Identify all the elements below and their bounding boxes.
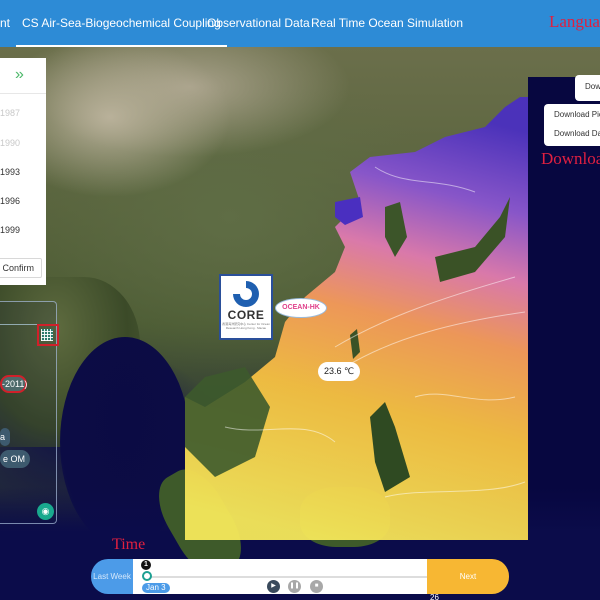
download-menu: Download Picture Download Data [544,104,600,146]
time-annotation: Time [112,536,146,553]
year-option[interactable]: 1999 [0,225,20,235]
temperature-readout: 23.6 ℃ [318,362,360,381]
stop-icon[interactable]: ■ [310,580,323,593]
play-icon[interactable]: ▶ [267,580,280,593]
period-selector[interactable]: -2011) [0,375,27,393]
japan-land [435,197,510,282]
om-layer-button[interactable]: e OM [0,450,30,468]
tab-observational-data[interactable]: Observational Data [207,0,310,47]
double-chevron-right-icon[interactable]: » [15,66,24,84]
year-option[interactable]: 1993 [0,167,20,177]
tab-real-time-ocean-simulation[interactable]: Real Time Ocean Simulation [311,0,463,47]
core-logo: CORE 香港海洋研究中心 Center for Ocean Research … [219,274,273,340]
download-data-option[interactable]: Download Data [554,129,600,138]
grid-highlight-box [37,324,59,346]
map-view[interactable]: CORE 香港海洋研究中心 Center for Ocean Research … [0,47,600,600]
core-logo-subtitle: 香港海洋研究中心 Center for Ocean Research Hong … [222,322,270,330]
bohai-sea [335,197,363,225]
year-option: 1987 [0,108,21,118]
download-button[interactable]: Download [575,75,600,101]
year-option[interactable]: 1996 [0,196,20,206]
korea-land [385,202,407,257]
philippines-land [370,402,410,492]
layer-pill[interactable]: a [0,428,10,446]
pause-icon[interactable]: ❚❚ [288,580,301,593]
tab-air-sea-biogeochemical-coupling[interactable]: CS Air-Sea-Biogeochemical Coupling [16,0,227,47]
tab-previous[interactable]: nt [0,0,10,47]
language-annotation[interactable]: Language [549,12,600,32]
eye-toggle-icon[interactable]: ◉ [37,503,54,520]
year-selection-panel: » 1987 1990 1993 1996 1999 Confirm [0,58,46,285]
year-option: 1990 [0,138,21,148]
last-week-button[interactable]: Last Week [91,559,133,594]
taiwan-land [350,329,360,359]
timeline-marker: 1 [141,560,151,570]
timeline-start-date: Jan 3 [142,583,170,593]
timeline-body: 1 Jan 3 ▶ ❚❚ ■ Dec 26 [133,559,455,600]
timeline-track[interactable] [145,576,455,578]
confirm-button[interactable]: Confirm [0,258,42,278]
top-nav: nt CS Air-Sea-Biogeochemical Coupling Ob… [0,0,600,47]
indochina-land [185,367,270,477]
year-panel-header: » [0,58,46,94]
borneo-island [300,487,390,547]
next-button[interactable]: Next [427,559,509,594]
ocean-hk-logo: OCEAN-HK [275,298,327,318]
timeline-bar: Last Week 1 Jan 3 ▶ ❚❚ ■ Dec 26 Next [91,559,509,600]
timeline-slider-handle[interactable] [142,571,152,581]
core-logo-title: CORE [227,308,265,322]
core-logo-mark [233,281,259,307]
download-picture-option[interactable]: Download Picture [554,110,600,119]
download-annotation: Download [541,149,600,168]
